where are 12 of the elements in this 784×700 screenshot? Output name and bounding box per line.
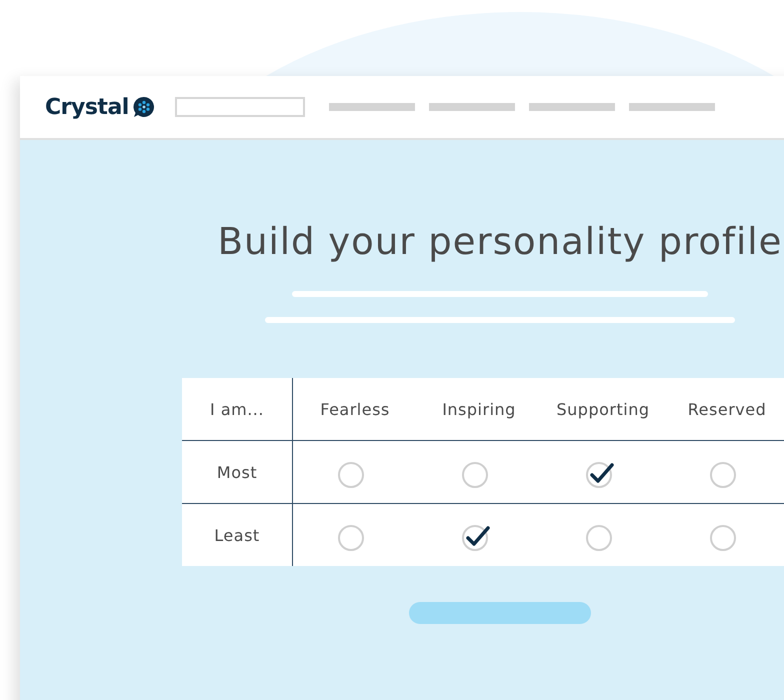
table-header-cell-text: Reserved: [686, 398, 768, 420]
table-header-cell-text: Fearless: [319, 398, 391, 420]
table-header-cell-text: Supporting: [556, 398, 650, 420]
table-header-cell: I am...: [182, 378, 293, 440]
row-label: Least: [182, 504, 293, 566]
chat-bubble-logo-icon: [132, 96, 155, 118]
row-label: Most: [182, 441, 293, 503]
table-header-cell-text: Inspiring: [441, 398, 517, 420]
brand-logo-text[interactable]: Crystal: [45, 94, 129, 120]
page-title: Build your personality profile: [218, 220, 782, 263]
button-placeholder[interactable]: [409, 602, 591, 624]
search-field[interactable]: [174, 97, 305, 117]
